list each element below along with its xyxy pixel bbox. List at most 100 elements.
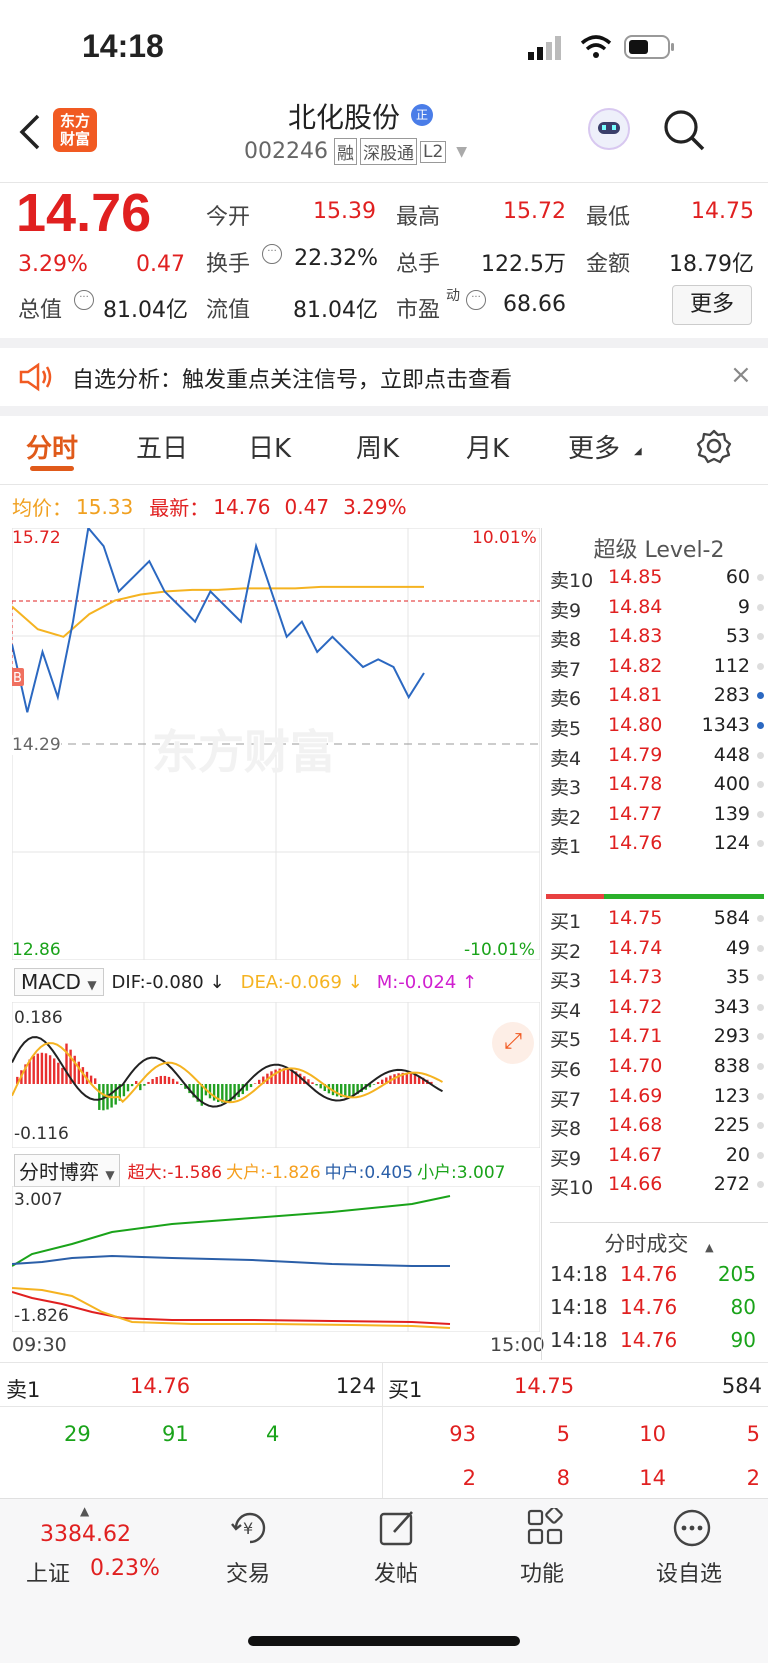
bid-price: 14.68 (608, 1114, 663, 1137)
tab-daily-k[interactable]: 日K (248, 428, 291, 465)
battery-icon (624, 35, 674, 59)
dot-icon (757, 692, 764, 700)
queue-buy-price: 14.75 (514, 1374, 575, 1398)
label-volume: 总手 (396, 252, 441, 277)
macd-selector[interactable]: MACD ▼ (14, 968, 104, 996)
macd-bar (376, 1082, 380, 1084)
bid-price: 14.67 (608, 1143, 663, 1166)
macd-bar (171, 1078, 175, 1084)
bid-price: 14.75 (608, 907, 663, 929)
compose-icon[interactable] (378, 1508, 418, 1548)
queue-buy-item: 93 (449, 1422, 476, 1446)
ask-row[interactable]: 卖1 14.76 124 (550, 828, 768, 859)
flow-bottom-value: -1.826 (14, 1306, 69, 1326)
ask-row[interactable]: 卖8 14.83 53 (550, 621, 768, 652)
bid-row[interactable]: 买10 14.66 272 (550, 1169, 768, 1200)
intraday-chart[interactable]: 东方财富 B (12, 528, 540, 960)
bid-row[interactable]: 买1 14.75 584 (550, 903, 768, 934)
ask-level-label: 卖7 (550, 658, 582, 681)
bid-row[interactable]: 买6 14.70 838 (550, 1051, 768, 1082)
bid-level-label: 买3 (550, 970, 582, 993)
macd-bar (180, 1084, 183, 1085)
bid-row[interactable]: 买3 14.73 35 (550, 962, 768, 993)
value-turnover: 22.32% (294, 246, 378, 271)
notice-bar[interactable]: 自选分析：触发重点关注信号，立即点击查看 × (0, 348, 768, 406)
dot-icon (757, 1063, 764, 1070)
bid-row[interactable]: 买2 14.74 49 (550, 933, 768, 964)
level2-title[interactable]: 超级 Level-2 (550, 532, 768, 564)
small-flow-line (12, 1195, 451, 1267)
trades-title[interactable]: 分时成交 ▲ (550, 1228, 768, 1258)
bid-row[interactable]: 买5 14.71 293 (550, 1021, 768, 1052)
tab-more[interactable]: 更多 (568, 428, 620, 465)
bid-level-label: 买9 (550, 1147, 582, 1170)
info-icon[interactable]: ··· (262, 244, 282, 264)
bid-row[interactable]: 买9 14.67 20 (550, 1140, 768, 1171)
flow-selector[interactable]: 分时博弈 ▼ (14, 1154, 120, 1187)
dropdown-icon[interactable]: ▼ (456, 144, 467, 160)
more-dots-icon[interactable] (672, 1508, 712, 1548)
info-icon[interactable]: ··· (466, 290, 486, 310)
ask-row[interactable]: 卖10 14.85 60 (550, 562, 768, 593)
svg-text:¥: ¥ (243, 1519, 253, 1538)
trade-icon[interactable]: ¥ (228, 1508, 272, 1548)
label-amount: 金额 (586, 252, 631, 277)
ask-row[interactable]: 卖2 14.77 139 (550, 799, 768, 830)
bid-volume: 35 (725, 966, 750, 989)
apps-icon[interactable] (526, 1508, 566, 1548)
bid-row[interactable]: 买7 14.69 123 (550, 1081, 768, 1112)
bid-row[interactable]: 买8 14.68 225 (550, 1110, 768, 1141)
macd-bar (413, 1074, 417, 1084)
dot-icon (757, 1181, 764, 1189)
macd-header: MACD ▼ DIF:-0.080 ↓ DEA:-0.069 ↓ M:-0.02… (14, 968, 477, 996)
buy-marker-label: B (13, 671, 22, 686)
macd-bar (348, 1084, 351, 1097)
label-high: 最高 (396, 205, 441, 230)
bid-price: 14.73 (608, 966, 663, 989)
macd-dea: DEA:-0.069 ↓ (240, 971, 363, 993)
flow-selector-label: 分时博弈 (19, 1160, 99, 1184)
bid-row[interactable]: 买4 14.72 343 (550, 992, 768, 1023)
ask-row[interactable]: 卖9 14.84 9 (550, 592, 768, 623)
macd-bar (176, 1081, 179, 1084)
index-name[interactable]: 上证 (26, 1556, 70, 1588)
ask-volume: 139 (713, 802, 750, 825)
trade-price: 14.76 (620, 1295, 678, 1319)
tab-intraday[interactable]: 分时 (26, 428, 78, 465)
macd-bar (319, 1084, 322, 1089)
time-start: 09:30 (12, 1334, 67, 1356)
ask-row[interactable]: 卖7 14.82 112 (550, 651, 768, 682)
flow-top-value: 3.007 (14, 1190, 63, 1210)
close-icon[interactable]: × (730, 360, 752, 390)
ask-row[interactable]: 卖3 14.78 400 (550, 769, 768, 800)
ask-volume: 283 (713, 684, 750, 707)
label-float-value: 流值 (206, 298, 251, 323)
nav-add-watchlist[interactable]: 设自选 (656, 1556, 722, 1588)
info-icon[interactable]: ··· (74, 290, 94, 310)
expand-icon[interactable]: ⤢ (492, 1022, 534, 1064)
ask-row[interactable]: 卖5 14.80 1343 (550, 710, 768, 741)
search-icon[interactable] (662, 108, 706, 152)
more-quote-button[interactable]: 更多 (672, 285, 752, 325)
gear-icon[interactable] (696, 428, 732, 464)
panel-separator (541, 528, 542, 1360)
change-amount: 0.47 (136, 252, 185, 277)
nav-functions[interactable]: 功能 (520, 1556, 564, 1588)
value-open: 15.39 (313, 199, 376, 224)
macd-bar (335, 1084, 339, 1097)
nav-post[interactable]: 发帖 (374, 1556, 418, 1588)
nav-trade[interactable]: 交易 (226, 1556, 270, 1588)
tab-five-day[interactable]: 五日 (136, 428, 188, 465)
tab-weekly-k[interactable]: 周K (356, 428, 399, 465)
index-pct[interactable]: 0.23% (90, 1556, 160, 1581)
ask-row[interactable]: 卖6 14.81 283 (550, 680, 768, 711)
tag-l2: L2 (419, 140, 447, 163)
assistant-avatar-icon[interactable] (588, 108, 630, 150)
index-value[interactable]: 3384.62 (40, 1522, 131, 1547)
tab-monthly-k[interactable]: 月K (466, 428, 509, 465)
back-icon[interactable] (18, 114, 42, 150)
ask-row[interactable]: 卖4 14.79 448 (550, 740, 768, 771)
queue-sell-item: 29 (64, 1422, 91, 1446)
dot-icon (757, 944, 764, 952)
label-pe: 市盈 (396, 298, 441, 323)
